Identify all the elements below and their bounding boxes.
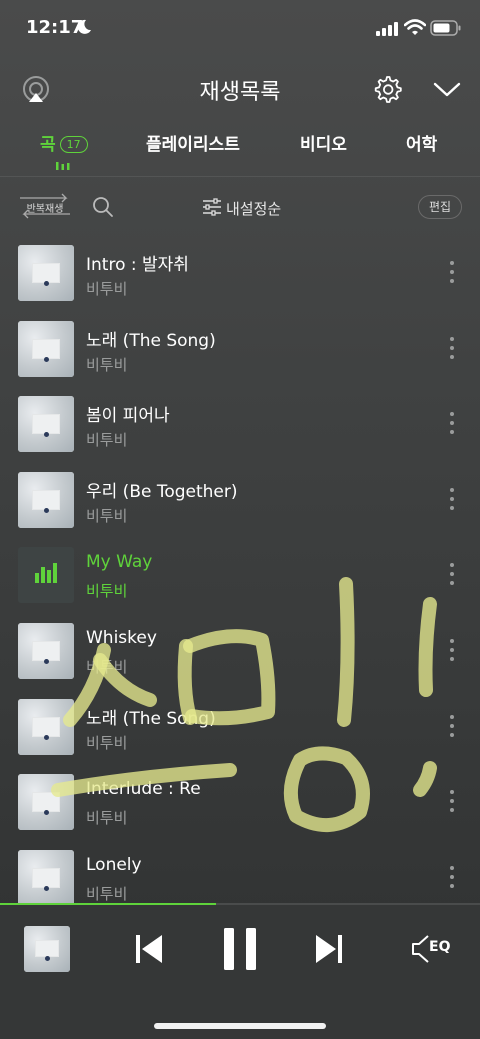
moon-icon [77, 19, 91, 34]
equalizer-button[interactable]: EQ [410, 933, 458, 965]
more-options-icon[interactable] [444, 336, 460, 360]
song-row[interactable]: 노래 (The Song) 비투비 [0, 688, 480, 764]
tab-bar: 곡 17 플레이리스트 비디오 어학 [0, 124, 480, 176]
search-icon[interactable] [92, 196, 114, 218]
song-artist: 비투비 [86, 431, 128, 450]
sort-label: 내설정순 [226, 200, 282, 218]
album-art [18, 245, 74, 301]
tab-playlist[interactable]: 플레이리스트 [146, 130, 240, 155]
song-row[interactable]: Intro : 발자취비투비 [0, 234, 480, 310]
battery-icon [430, 20, 461, 36]
chevron-down-icon[interactable] [432, 78, 462, 100]
tab-active-indicator [56, 162, 70, 170]
song-title: 우리 (Be Together) [86, 481, 238, 502]
more-options-icon[interactable] [444, 562, 460, 586]
album-art [18, 320, 74, 377]
sliders-icon [203, 198, 221, 216]
song-row[interactable]: 봄이 피어나비투비 [0, 385, 480, 461]
song-artist: 비투비 [86, 280, 128, 298]
album-art [18, 849, 74, 906]
tab-songs-label: 곡 [40, 135, 56, 155]
more-options-icon[interactable] [444, 487, 460, 511]
song-artist: 비투비 [86, 658, 128, 676]
song-artist: 비투비 [86, 884, 128, 903]
more-options-icon[interactable] [444, 714, 460, 738]
now-playing-album-art[interactable] [24, 926, 70, 972]
divider [0, 176, 480, 177]
song-title: My Way [86, 552, 153, 573]
song-artist: 비투비 [86, 506, 128, 525]
song-row[interactable]: Whiskey 비투비 [0, 612, 480, 688]
song-title: 봄이 피어나 [86, 406, 170, 427]
home-indicator[interactable] [154, 1023, 326, 1029]
gear-icon[interactable] [372, 74, 402, 104]
song-count-badge: 17 [59, 136, 88, 153]
song-title: Interlude : Re [86, 779, 201, 800]
song-title: 노래 (The Song) [86, 708, 216, 729]
more-options-icon[interactable] [444, 789, 460, 813]
previous-track-icon[interactable] [134, 933, 164, 965]
song-row[interactable]: My Way 비투비 [0, 536, 480, 612]
list-toolbar: 반복재생 내설정순 편집 [0, 186, 480, 230]
song-title: 노래 (The Song) [86, 330, 216, 351]
mini-player: EQ [0, 905, 480, 1039]
more-options-icon[interactable] [444, 411, 460, 435]
cellular-signal-icon [376, 22, 398, 36]
status-time: 12:17 [26, 17, 84, 38]
repeat-label: 반복재생 [26, 204, 64, 215]
tab-video[interactable]: 비디오 [300, 130, 347, 155]
song-artist: 비투비 [86, 809, 128, 828]
wifi-icon [404, 19, 426, 35]
song-row[interactable]: 노래 (The Song) 비투비 [0, 310, 480, 386]
more-options-icon[interactable] [444, 260, 460, 284]
song-row[interactable]: 우리 (Be Together) 비투비 [0, 461, 480, 537]
edit-button[interactable]: 편집 [418, 195, 462, 219]
now-playing-album-art [18, 547, 74, 604]
album-art [18, 698, 74, 755]
status-bar: 12:17 [0, 0, 480, 60]
tab-songs[interactable]: 곡 17 [40, 130, 88, 155]
song-title: Intro : 발자취 [86, 255, 189, 275]
next-track-icon[interactable] [314, 933, 344, 965]
song-title: Lonely [86, 854, 142, 875]
song-title: Whiskey [86, 628, 157, 648]
eq-label: EQ [429, 939, 451, 955]
album-art [18, 774, 74, 831]
song-row[interactable]: Interlude : Re 비투비 [0, 763, 480, 839]
more-options-icon[interactable] [444, 865, 460, 889]
album-art [18, 396, 74, 453]
repeat-button[interactable]: 반복재생 [16, 192, 74, 220]
tab-language[interactable]: 어학 [406, 130, 437, 155]
song-artist: 비투비 [86, 355, 128, 374]
song-artist: 비투비 [86, 582, 128, 601]
song-artist: 비투비 [86, 733, 128, 752]
more-options-icon[interactable] [444, 638, 460, 662]
page-title: 재생목록 [199, 80, 281, 105]
pause-icon[interactable] [222, 927, 258, 971]
album-art [18, 471, 74, 528]
album-art [18, 623, 74, 679]
playing-bars-icon [35, 563, 57, 584]
header: 재생목록 [0, 62, 480, 118]
